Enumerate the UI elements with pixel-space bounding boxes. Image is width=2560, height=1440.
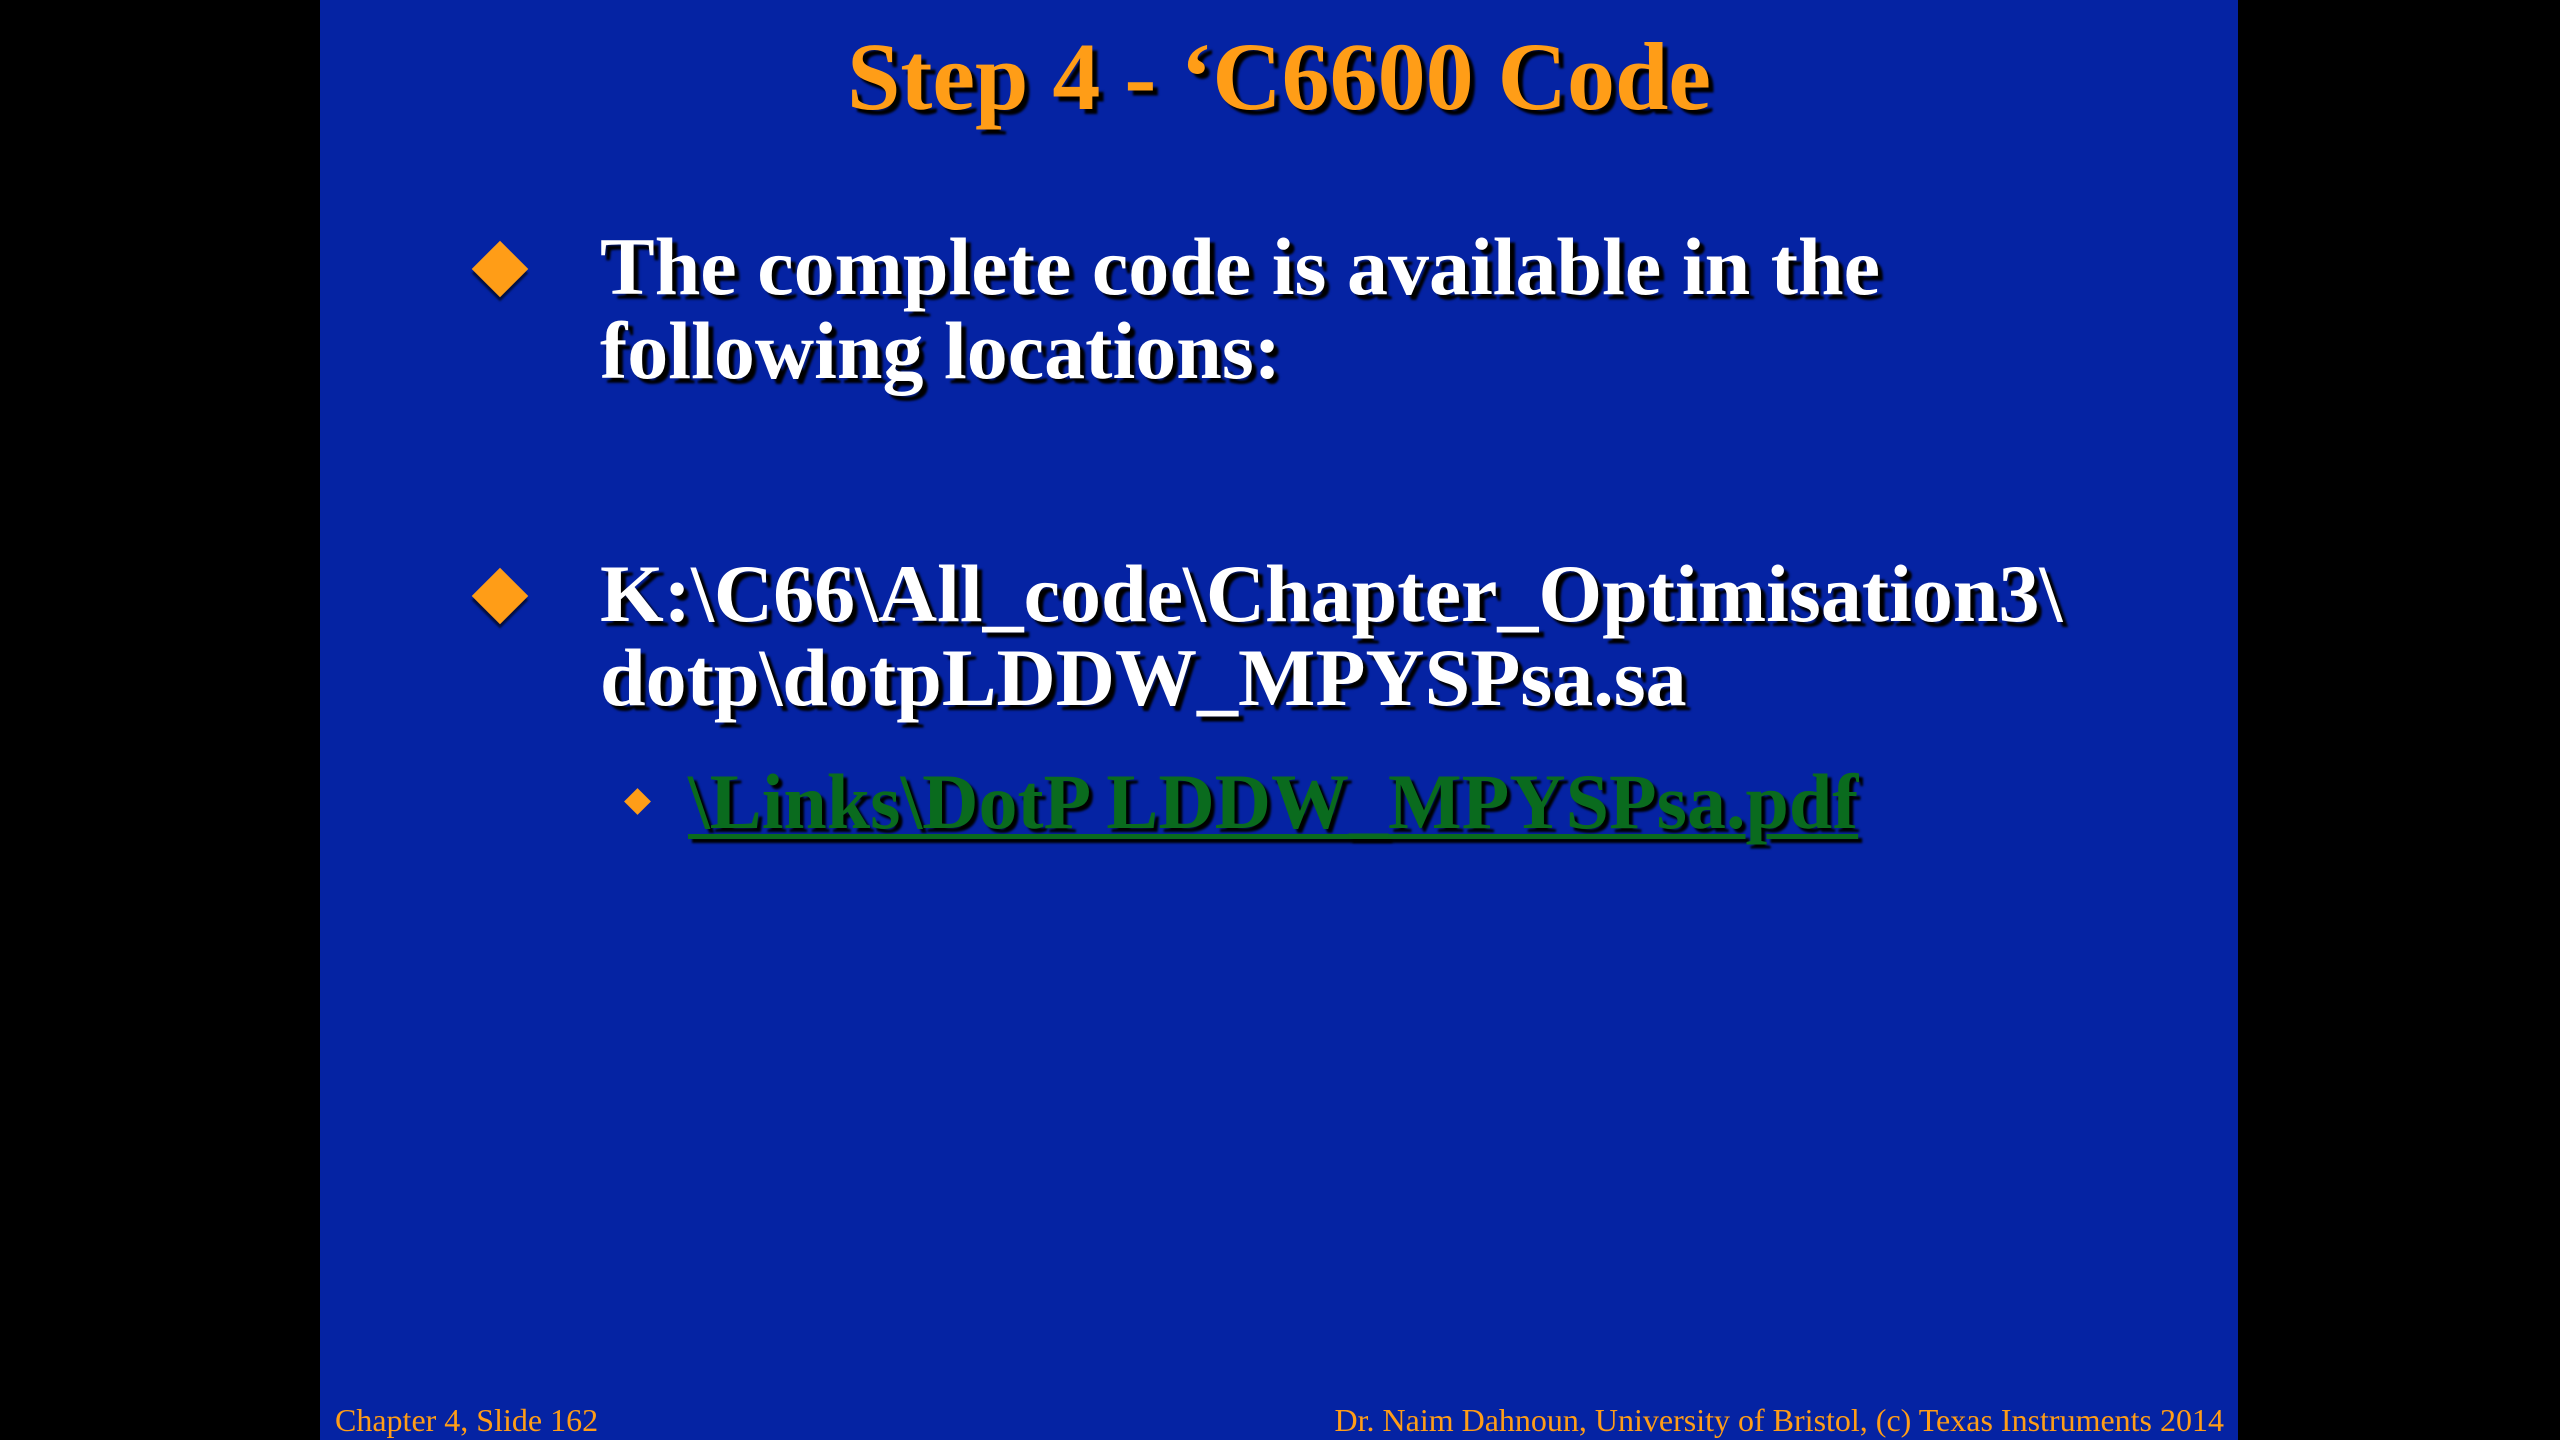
bullet-line: dotp\dotpLDDW_MPYSPsa.sa bbox=[600, 632, 1687, 723]
slide-title: Step 4 - ‘C6600 Code bbox=[847, 23, 1711, 130]
bullet-text: K:\C66\All_code\Chapter_Optimisation3\ d… bbox=[600, 552, 2220, 720]
slide: Step 4 - ‘C6600 Code The complete code i… bbox=[320, 0, 2238, 1440]
slide-footer-right: Dr. Naim Dahnoun, University of Bristol,… bbox=[1334, 1402, 2224, 1438]
small-diamond-bullet-icon bbox=[624, 788, 651, 815]
diamond-bullet-icon bbox=[471, 567, 529, 625]
slide-footer-left: Chapter 4, Slide 162 bbox=[335, 1402, 599, 1438]
presentation-viewer: Step 4 - ‘C6600 Code The complete code i… bbox=[0, 0, 2560, 1440]
bullet-line: following locations: bbox=[600, 305, 1282, 396]
pdf-link[interactable]: \Links\DotP LDDW_MPYSPsa.pdf bbox=[688, 762, 1858, 842]
bullet-line: The complete code is available in the bbox=[600, 221, 1881, 312]
bullet-line: K:\C66\All_code\Chapter_Optimisation3\ bbox=[600, 548, 2063, 639]
diamond-bullet-icon bbox=[471, 240, 529, 298]
bullet-text: The complete code is available in the fo… bbox=[600, 225, 2220, 393]
